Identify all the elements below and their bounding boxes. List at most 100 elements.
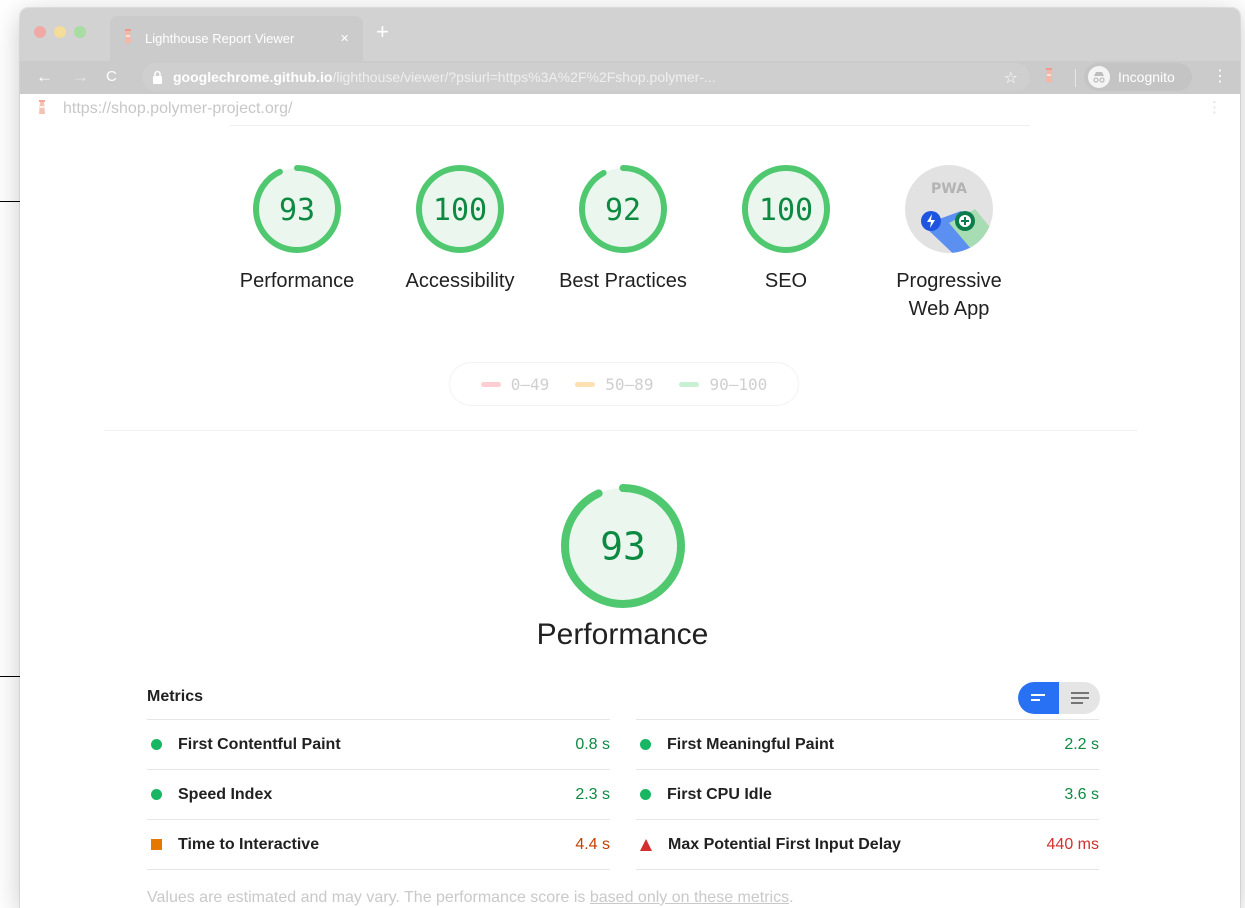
minimize-window-button[interactable] — [54, 26, 66, 38]
incognito-badge[interactable]: Incognito — [1084, 63, 1192, 91]
section-divider — [104, 430, 1137, 431]
metric-status-pass-icon — [151, 739, 162, 750]
browser-menu-icon[interactable]: ⋮ — [1212, 67, 1228, 87]
metric-value: 440 ms — [1046, 835, 1099, 853]
score-gauge: 100 — [742, 165, 830, 253]
gauge-pwa[interactable]: PWA Progressive Web App — [864, 163, 1034, 323]
gauge-performance[interactable]: 93 Performance — [212, 163, 382, 295]
metrics-heading: Metrics — [147, 688, 204, 705]
gauge-score: 100 — [759, 193, 813, 228]
metric-status-average-icon — [151, 839, 162, 850]
url-path: /lighthouse/viewer/?psiurl=https%3A%2F%2… — [332, 69, 716, 85]
report-url[interactable]: https://shop.polymer-project.org/ — [63, 100, 292, 118]
lighthouse-extension-icon[interactable] — [1043, 67, 1055, 90]
score-gauge: 93 — [561, 484, 685, 608]
tab-strip: Lighthouse Report Viewer × + — [20, 8, 1240, 61]
back-button[interactable]: ← — [36, 67, 53, 87]
gauge-label: SEO — [764, 270, 808, 292]
browser-window: Lighthouse Report Viewer × + ← → C googl… — [20, 8, 1240, 908]
metric-status-pass-icon — [151, 789, 162, 800]
top-divider — [230, 125, 1030, 126]
pwa-badge-text: PWA — [931, 181, 967, 197]
metric-value: 2.3 s — [575, 785, 610, 803]
metric-status-pass-icon — [640, 739, 651, 750]
performance-title: Performance — [536, 618, 709, 651]
lighthouse-favicon-icon — [122, 29, 134, 48]
zoom-window-button[interactable] — [74, 26, 86, 38]
metric-status-fail-icon — [640, 838, 652, 851]
reload-button[interactable]: C — [106, 67, 117, 87]
metric-name: Speed Index — [178, 785, 273, 803]
score-gauge: 92 — [579, 165, 667, 253]
expanded-lines-icon — [1070, 692, 1089, 704]
legend-pass: 90–100 — [679, 375, 767, 394]
gauge-score: 100 — [433, 193, 487, 228]
toolbar-separator — [1075, 69, 1076, 87]
score-scale-legend: 0–49 50–89 90–100 — [449, 362, 799, 406]
gauge-label: Progressive Web App — [864, 267, 1034, 323]
metrics-column-left: First Contentful Paint 0.8 s Speed Index 2.… — [147, 719, 610, 870]
metric-row: First Contentful Paint 0.8 s — [147, 719, 610, 769]
metric-name: Max Potential First Input Delay — [668, 835, 901, 853]
gauge-accessibility[interactable]: 100 Accessibility — [375, 163, 545, 295]
metric-row: Time to Interactive 4.4 s — [147, 819, 610, 870]
pwa-badge-icon: PWA — [905, 165, 993, 253]
legend-swatch-pass — [679, 381, 700, 387]
bookmark-star-icon[interactable]: ☆ — [1004, 68, 1018, 88]
metric-row: Speed Index 2.3 s — [147, 769, 610, 819]
lock-icon — [153, 70, 162, 84]
metric-row: First CPU Idle 3.6 s — [636, 769, 1099, 819]
pwa-label-line2: Web App — [908, 298, 990, 320]
metric-name: First CPU Idle — [667, 785, 772, 803]
metric-name: Time to Interactive — [178, 835, 320, 853]
metrics-footnote: Values are estimated and may vary. The p… — [147, 889, 794, 907]
metric-value: 4.4 s — [575, 835, 610, 853]
metrics-view-toggle[interactable] — [1018, 682, 1100, 714]
browser-tab[interactable]: Lighthouse Report Viewer × — [110, 16, 363, 61]
legend-range-average: 50–89 — [605, 374, 654, 394]
browser-toolbar: ← → C googlechrome.github.io /lighthouse… — [20, 61, 1240, 94]
score-gauge: 100 — [416, 165, 504, 253]
legend-range-fail: 0–49 — [510, 374, 550, 394]
report-menu-icon[interactable]: ⋮ — [1207, 98, 1222, 116]
metric-row: Max Potential First Input Delay 440 ms — [636, 819, 1099, 870]
legend-average: 50–89 — [575, 375, 653, 394]
report-content: 93 Performance 100 Accessibility 92 Best Prac… — [20, 123, 1240, 908]
expanded-view-button[interactable] — [1059, 682, 1100, 714]
incognito-icon — [1088, 66, 1110, 88]
gauge-label: Performance — [239, 270, 355, 292]
metric-status-pass-icon — [640, 789, 651, 800]
gauge-label: Accessibility — [405, 270, 515, 292]
close-window-button[interactable] — [34, 26, 46, 38]
legend-range-pass: 90–100 — [709, 374, 768, 394]
compact-view-button[interactable] — [1018, 682, 1059, 714]
gauge-label: Best Practices — [559, 270, 687, 292]
report-topbar: https://shop.polymer-project.org/ ⋮ — [20, 94, 1240, 123]
performance-gauge: 93 — [558, 481, 688, 611]
gauge-seo[interactable]: 100 SEO — [701, 163, 871, 295]
legend-swatch-fail — [480, 381, 501, 387]
metric-value: 3.6 s — [1064, 785, 1099, 803]
metric-name: First Meaningful Paint — [667, 735, 835, 753]
footnote-link[interactable]: based only on these metrics — [590, 889, 789, 906]
pwa-label-line1: Progressive — [896, 270, 1002, 292]
tab-title: Lighthouse Report Viewer — [145, 31, 295, 46]
gauge-score: 93 — [279, 193, 315, 228]
footnote-text: Values are estimated and may vary. The p… — [147, 889, 590, 906]
legend-fail: 0–49 — [480, 374, 550, 394]
url-host: googlechrome.github.io — [173, 69, 333, 85]
forward-button[interactable]: → — [72, 67, 89, 87]
score-gauge: 93 — [253, 165, 341, 253]
lighthouse-logo-icon — [36, 100, 48, 121]
incognito-label: Incognito — [1118, 69, 1175, 85]
gauge-score: 93 — [600, 525, 646, 569]
gauge-best-practices[interactable]: 92 Best Practices — [538, 163, 708, 295]
close-tab-icon[interactable]: × — [340, 30, 349, 47]
new-tab-button[interactable]: + — [376, 21, 389, 43]
metric-row: First Meaningful Paint 2.2 s — [636, 719, 1099, 769]
footnote-end: . — [789, 889, 794, 906]
metric-value: 2.2 s — [1064, 735, 1099, 753]
metrics-column-right: First Meaningful Paint 2.2 s First CPU Idl… — [636, 719, 1099, 870]
gauge-score: 92 — [605, 193, 641, 228]
address-bar[interactable]: googlechrome.github.io /lighthouse/viewe… — [142, 63, 1030, 91]
